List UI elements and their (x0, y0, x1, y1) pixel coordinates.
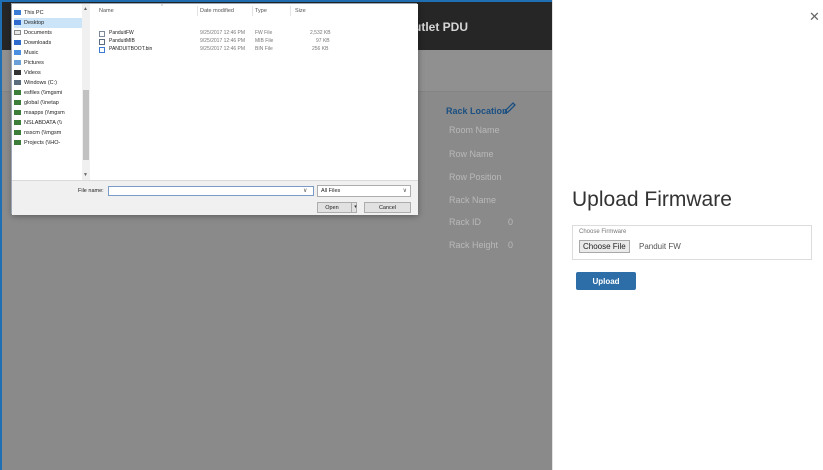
column-header-size[interactable]: Size (295, 8, 306, 14)
network-drive-icon (14, 110, 21, 116)
column-header-name[interactable]: Name (99, 8, 114, 14)
close-icon[interactable]: ✕ (809, 10, 821, 24)
chevron-down-icon[interactable]: ∨ (303, 187, 307, 194)
rack-field-value: 0 (508, 240, 514, 250)
music-icon (14, 50, 21, 56)
scroll-down-arrow-icon[interactable]: ▼ (83, 172, 88, 178)
file-icon (99, 31, 105, 37)
dialog-bottom-bar: File name: ∨ All Files ∨ Open ▾ Cancel (12, 180, 418, 215)
rack-field-label: Row Position (449, 172, 502, 182)
choose-firmware-field: Choose Firmware Choose File Panduit FW (572, 225, 812, 260)
upload-firmware-title: Upload Firmware (572, 188, 732, 211)
documents-icon (14, 30, 21, 36)
choose-file-button[interactable]: Choose File (579, 240, 630, 253)
nav-item-network-drive[interactable]: esfiles (\\mgsmi (14, 88, 90, 98)
file-name: PanduitMIB (109, 38, 135, 44)
download-icon (14, 40, 21, 46)
videos-icon (14, 70, 21, 76)
folder-icon (14, 20, 21, 26)
rack-field-label: Rack Name (449, 195, 497, 205)
network-drive-icon (14, 130, 21, 136)
rack-field-label: Row Name (449, 149, 494, 159)
file-type-filter-select[interactable]: All Files ∨ (317, 185, 411, 197)
nav-item-pictures[interactable]: Pictures (14, 58, 90, 68)
nav-item-windows-c[interactable]: Windows (C:) (14, 78, 90, 88)
file-date: 9/25/2017 12:46 PM (200, 38, 246, 44)
file-name-input[interactable] (108, 186, 314, 196)
nav-item-network-drive[interactable]: global (\\netap (14, 98, 90, 108)
edit-pencil-icon[interactable] (503, 101, 517, 115)
network-drive-icon (14, 100, 21, 106)
rack-field-label: Rack Height (449, 240, 499, 250)
file-row[interactable]: PANDUITBOOT.bin 9/25/2017 12:46 PM BIN F… (92, 46, 418, 53)
upload-button[interactable]: Upload (576, 272, 636, 290)
file-type-filter-value: All Files (321, 188, 341, 194)
file-name: PANDUITBOOT.bin (109, 46, 153, 52)
scroll-up-arrow-icon[interactable]: ▲ (83, 6, 88, 12)
column-header-type[interactable]: Type (255, 8, 267, 14)
rack-field-value: 0 (508, 217, 514, 227)
nav-item-this-pc[interactable]: This PC (14, 8, 90, 18)
file-date: 9/25/2017 12:46 PM (200, 30, 246, 36)
nav-item-network-drive[interactable]: msapps (\\mgsm (14, 108, 90, 118)
rack-location-title: Rack Location (446, 106, 508, 116)
column-divider (290, 6, 291, 16)
nav-item-documents[interactable]: Documents (14, 28, 90, 38)
file-icon (99, 39, 105, 45)
screen: utlet PDU Rack Location Room Name Row Na… (0, 0, 823, 470)
pdu-header-title: utlet PDU (414, 20, 468, 34)
open-split-dropdown-icon[interactable]: ▾ (351, 202, 359, 213)
navigation-pane: This PC Desktop Documents Downloads Musi… (12, 4, 92, 180)
pictures-icon (14, 60, 21, 66)
file-name-label: File name: (78, 188, 104, 194)
nav-item-music[interactable]: Music (14, 48, 90, 58)
column-divider (252, 6, 253, 16)
file-type: FW File (255, 30, 273, 36)
nav-item-network-drive[interactable]: Projects (\\HO- (14, 138, 90, 148)
column-divider (197, 6, 198, 16)
file-size: 256 KB (312, 46, 329, 52)
upload-firmware-panel: ✕ Upload Firmware Choose Firmware Choose… (552, 0, 823, 470)
nav-item-desktop[interactable]: Desktop (14, 18, 90, 28)
network-drive-icon (14, 120, 21, 126)
rack-field-label: Room Name (449, 125, 500, 135)
selected-file-name: Panduit FW (639, 242, 681, 251)
network-drive-icon (14, 90, 21, 96)
nav-item-network-drive[interactable]: NSLABDATA (\\ (14, 118, 90, 128)
file-type: MIB File (255, 38, 274, 44)
nav-item-network-drive[interactable]: nsscm (\\mgsm (14, 128, 90, 138)
column-header-date[interactable]: Date modified (200, 8, 234, 14)
rack-field-label: Rack ID (449, 217, 482, 227)
file-open-dialog: This PC Desktop Documents Downloads Musi… (11, 3, 418, 215)
file-type: BIN File (255, 46, 273, 52)
file-name: PanduitFW (109, 30, 134, 36)
nav-item-downloads[interactable]: Downloads (14, 38, 90, 48)
nav-item-videos[interactable]: Videos (14, 68, 90, 78)
choose-firmware-label: Choose Firmware (579, 229, 627, 235)
cancel-button[interactable]: Cancel (364, 202, 411, 213)
file-row[interactable]: PanduitFW 9/25/2017 12:46 PM FW File 2,5… (92, 30, 418, 37)
network-drive-icon (14, 140, 21, 146)
sort-arrow-icon: ⌃ (160, 4, 165, 10)
file-date: 9/25/2017 12:46 PM (200, 46, 246, 52)
computer-icon (14, 10, 21, 16)
nav-scrollbar-thumb[interactable] (83, 90, 89, 160)
file-list-pane: ⌃ Name Date modified Type Size PanduitFW… (92, 4, 418, 180)
file-size: 97 KB (316, 38, 330, 44)
drive-icon (14, 80, 21, 86)
file-size: 2,532 KB (310, 30, 331, 36)
file-row[interactable]: PanduitMIB 9/25/2017 12:46 PM MIB File 9… (92, 38, 418, 45)
file-icon (99, 47, 105, 53)
chevron-down-icon: ∨ (402, 188, 407, 194)
nav-scrollbar[interactable]: ▲ ▼ (82, 4, 90, 180)
